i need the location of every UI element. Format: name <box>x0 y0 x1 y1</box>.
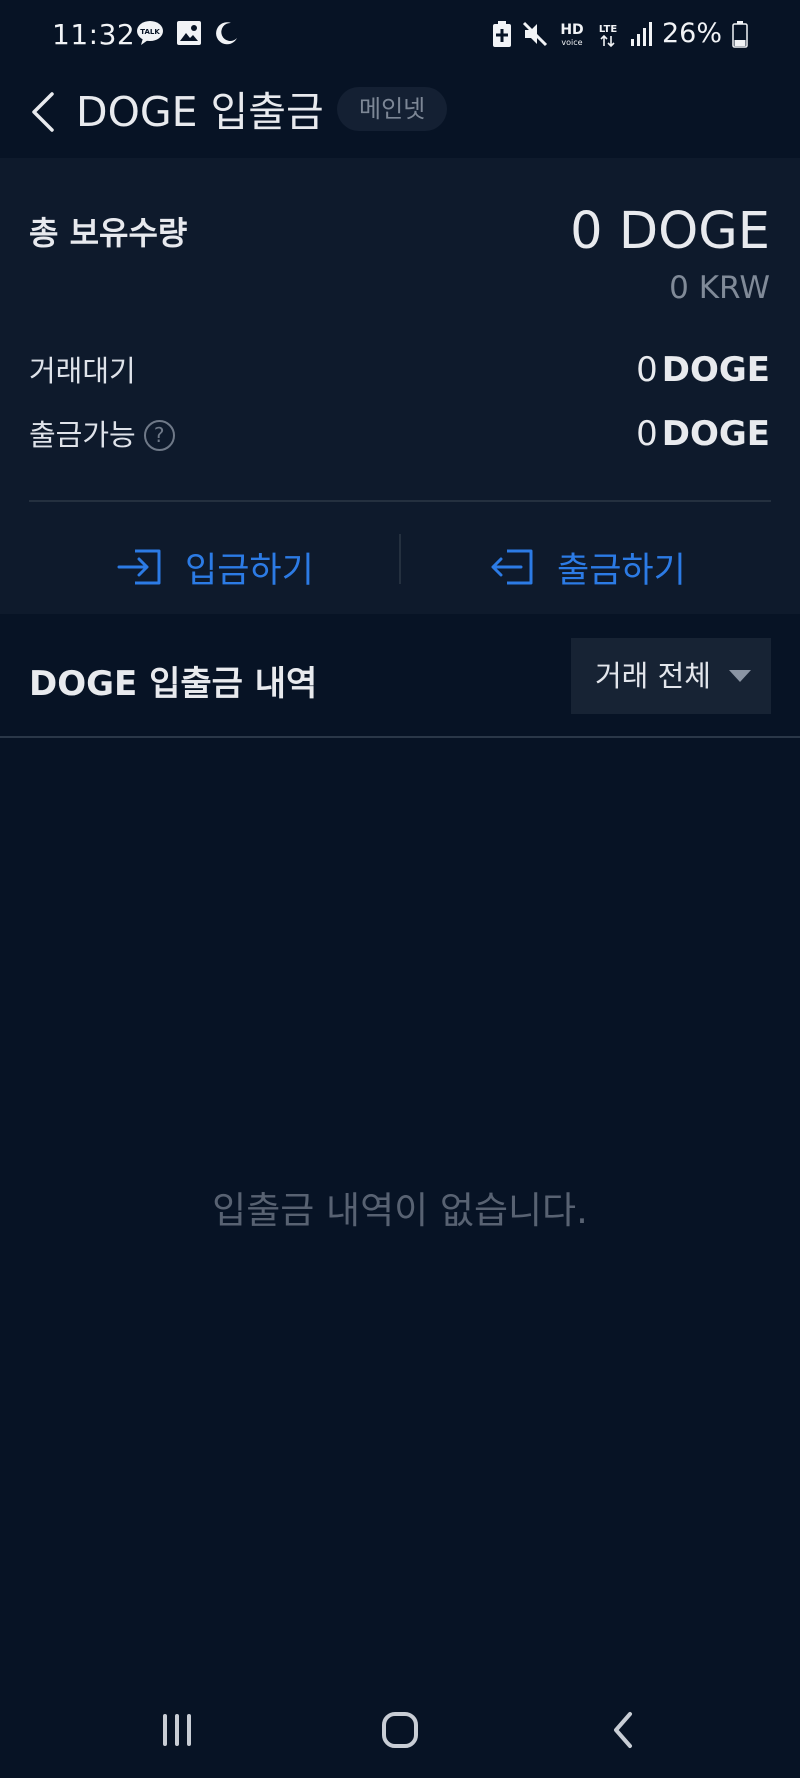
battery-percent: 26% <box>661 18 722 49</box>
battery-icon <box>732 20 748 48</box>
summary-divider <box>29 500 771 502</box>
recent-apps-button[interactable] <box>147 1700 207 1760</box>
status-bar: 11:32 TALK HD voice LTE 26% <box>0 0 800 70</box>
page-title: DOGE 입출금 <box>76 88 324 136</box>
action-separator <box>399 534 401 584</box>
battery-saver-icon <box>492 20 511 47</box>
pending-unit: DOGE <box>661 350 770 390</box>
gallery-icon <box>177 21 201 45</box>
voice-icon-text: voice <box>561 38 582 47</box>
chevron-left-icon <box>32 92 54 132</box>
deposit-icon <box>117 549 161 585</box>
lte-icon: LTE <box>599 24 618 47</box>
history-header: DOGE 입출금 내역 거래 전체 <box>0 614 800 738</box>
recent-apps-icon <box>163 1714 191 1746</box>
total-holdings-label: 총 보유수량 <box>29 214 188 252</box>
total-holdings-amount: 0 DOGE <box>570 202 770 261</box>
withdraw-button[interactable]: 출금하기 <box>489 528 686 606</box>
kakaotalk-icon: TALK <box>137 21 163 45</box>
history-divider <box>0 736 800 738</box>
withdrawable-value: 0 DOGE <box>636 414 770 454</box>
total-holdings-krw: 0 KRW <box>669 270 770 306</box>
withdrawable-unit: DOGE <box>661 414 770 454</box>
lte-icon-text: LTE <box>599 24 618 35</box>
balance-summary: 총 보유수량 0 DOGE 0 KRW 거래대기 0 DOGE 출금가능? 0 DO… <box>0 158 800 614</box>
moon-icon <box>216 22 237 45</box>
back-button[interactable] <box>24 84 64 140</box>
withdrawable-label: 출금가능 <box>29 418 136 452</box>
pending-label: 거래대기 <box>29 354 136 388</box>
withdraw-label: 출금하기 <box>557 550 686 591</box>
caret-down-icon <box>729 670 751 682</box>
back-icon <box>614 1712 632 1748</box>
deposit-label: 입금하기 <box>185 550 314 591</box>
pending-value: 0 DOGE <box>636 350 770 390</box>
deposit-button[interactable]: 입금하기 <box>117 528 314 606</box>
status-time: 11:32 <box>52 18 136 51</box>
mute-icon <box>522 21 548 46</box>
signal-icon <box>630 21 652 46</box>
filter-selected-value: 거래 전체 <box>595 659 711 693</box>
home-button[interactable] <box>370 1700 430 1760</box>
hd-icon-text: HD <box>560 22 583 38</box>
app-bar: DOGE 입출금 메인넷 <box>0 70 800 158</box>
status-system-icons: HD voice LTE 26% <box>492 18 748 49</box>
status-notification-icons: TALK <box>136 20 240 46</box>
system-back-button[interactable] <box>594 1700 654 1760</box>
history-title: DOGE 입출금 내역 <box>29 664 318 704</box>
help-icon[interactable]: ? <box>143 419 175 451</box>
hd-voice-icon: HD voice <box>560 22 583 47</box>
home-icon <box>382 1712 418 1748</box>
withdraw-icon <box>491 549 533 585</box>
withdrawable-row-label: 출금가능? <box>29 412 175 454</box>
empty-history-message: 입출금 내역이 없습니다. <box>212 1189 588 1232</box>
kakaotalk-icon-text: TALK <box>140 28 160 36</box>
withdrawable-amount: 0 <box>636 414 658 454</box>
transaction-filter-select[interactable]: 거래 전체 <box>571 638 771 714</box>
pending-amount: 0 <box>636 350 658 390</box>
system-nav-bar <box>0 1680 800 1778</box>
network-badge: 메인넷 <box>337 87 448 131</box>
